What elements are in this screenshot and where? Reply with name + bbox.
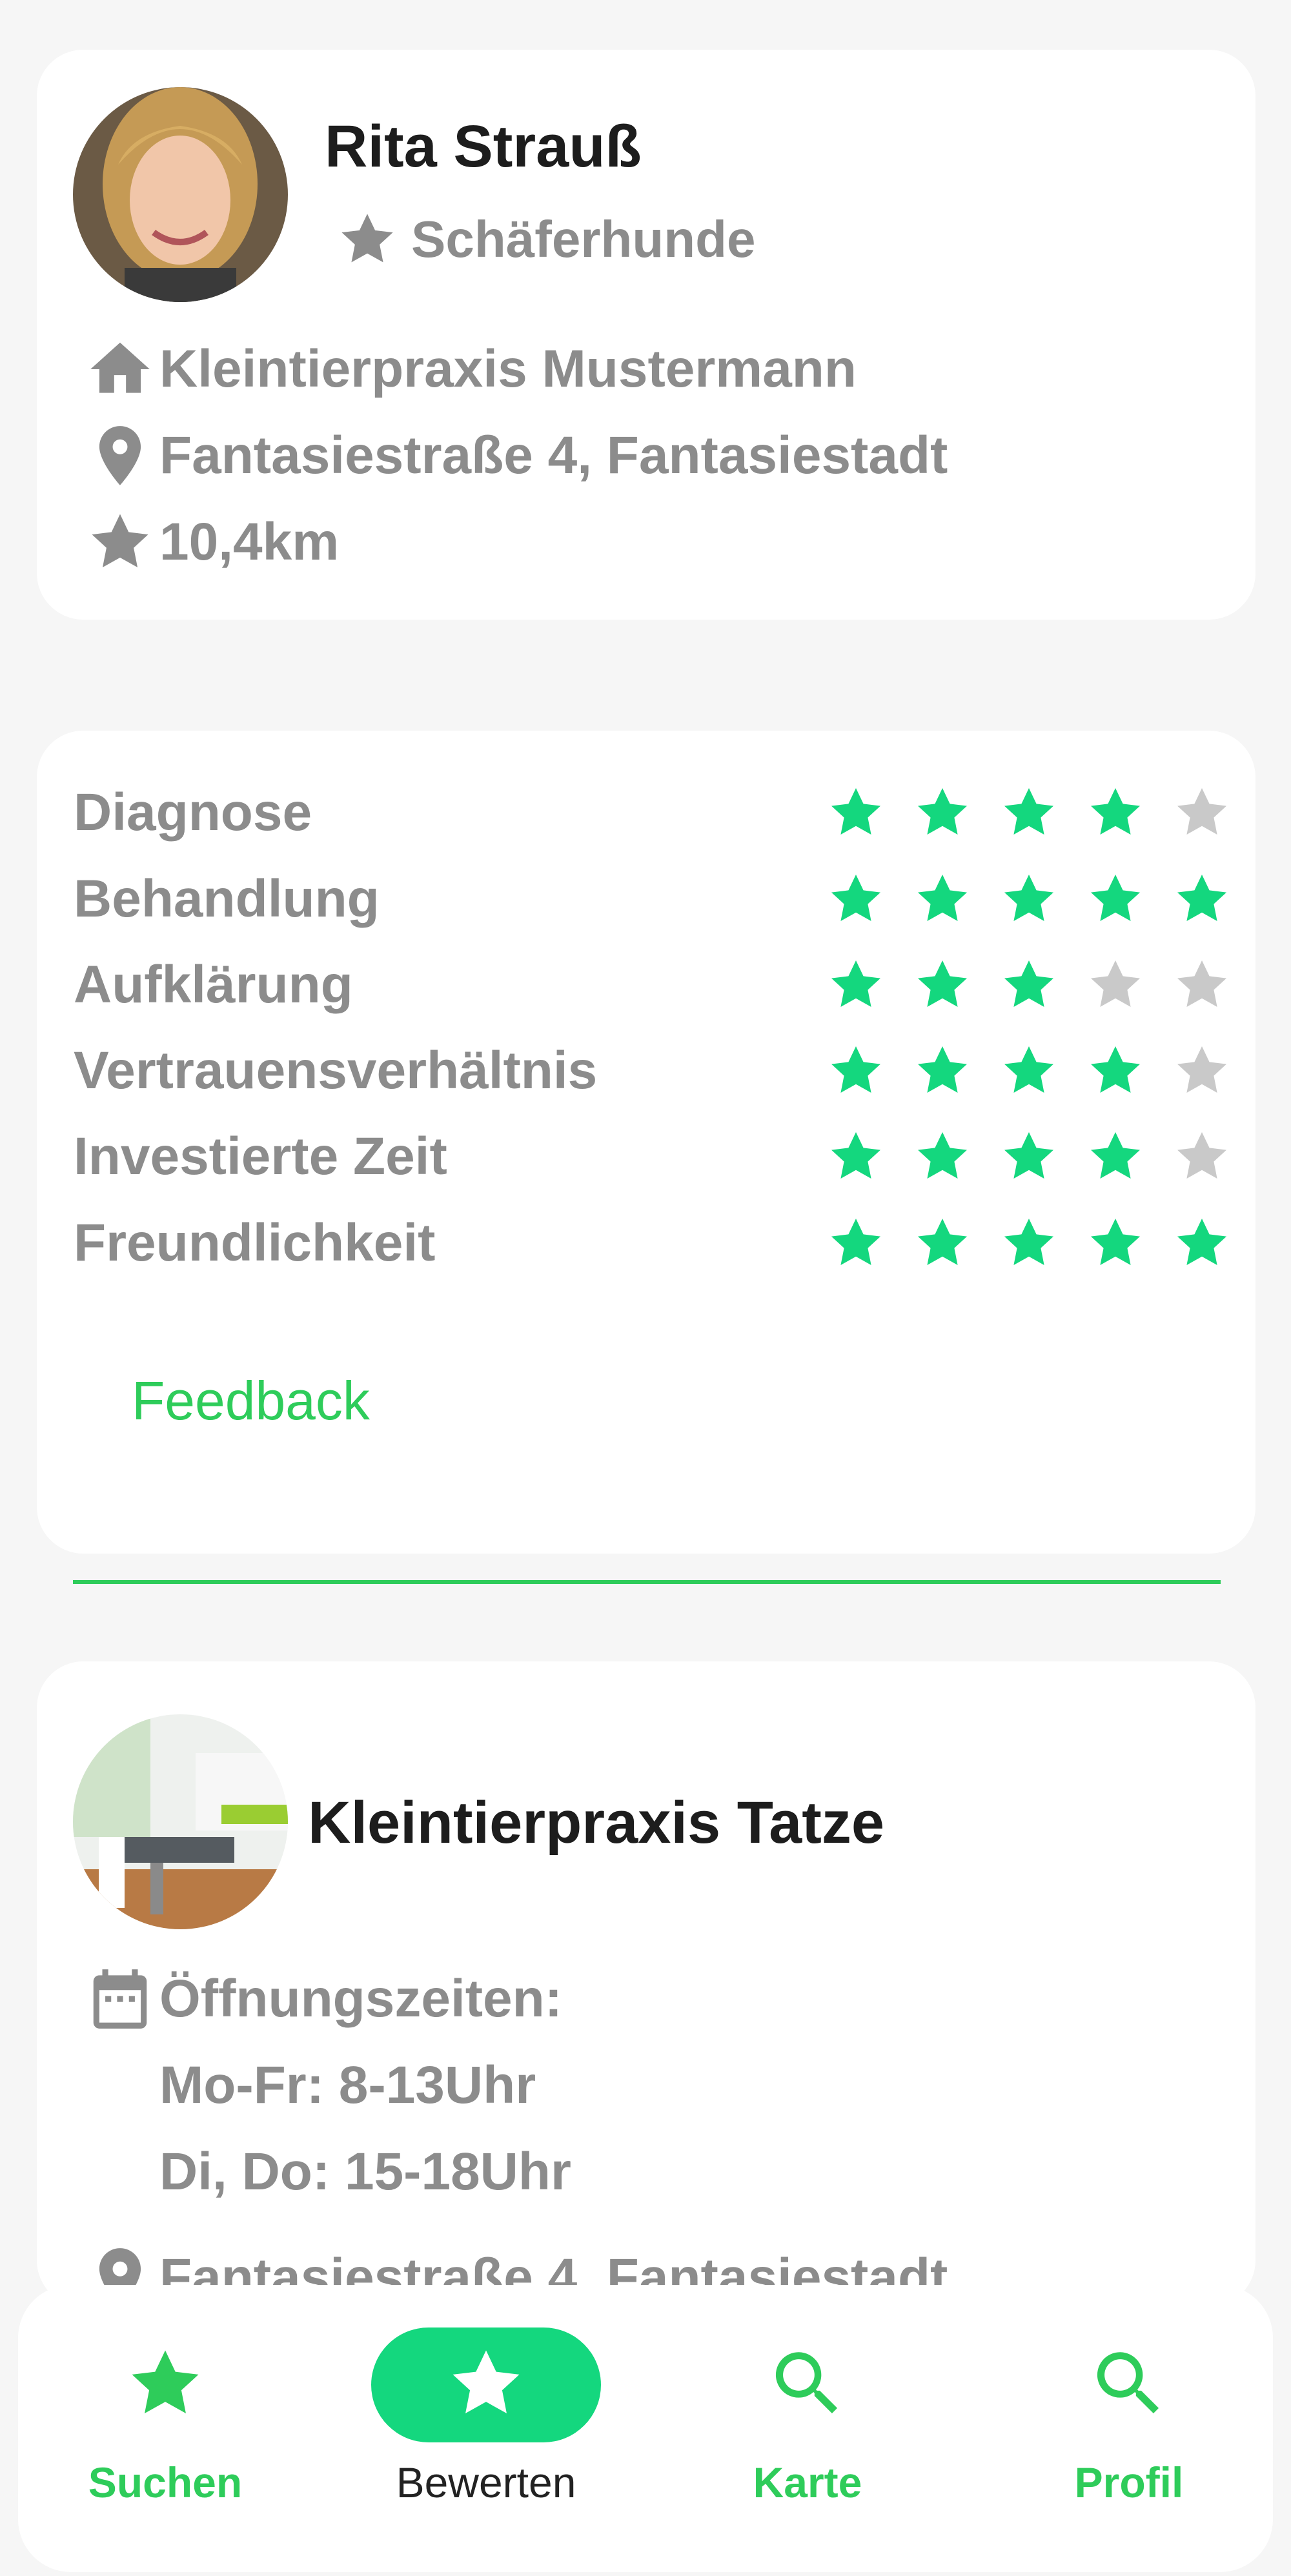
doctor-card[interactable]: Rita Strauß Schäferhunde Kleintierpraxis… <box>37 50 1255 620</box>
rating-row: Vertrauensverhältnis <box>74 1028 1247 1113</box>
nav-label: Karte <box>753 2459 862 2506</box>
rating-label: Investierte Zeit <box>74 1126 447 1186</box>
nav-label: Profil <box>1074 2459 1184 2506</box>
star-filled-icon[interactable] <box>911 1040 973 1102</box>
star-filled-icon[interactable] <box>825 1126 887 1188</box>
star-filled-icon[interactable] <box>911 1126 973 1188</box>
search-icon <box>1087 2342 1171 2429</box>
nav-icon-container-active <box>371 2328 601 2442</box>
star-filled-icon[interactable] <box>911 1212 973 1274</box>
rating-label: Freundlichkeit <box>74 1213 436 1272</box>
star-filled-icon[interactable] <box>1084 1040 1146 1102</box>
star-filled-icon[interactable] <box>825 1040 887 1102</box>
star-filled-icon[interactable] <box>1084 782 1146 844</box>
star-filled-icon[interactable] <box>998 868 1060 930</box>
star-rating[interactable] <box>825 1040 1233 1102</box>
feedback-label: Feedback <box>132 1370 370 1431</box>
distance-row: 10,4km <box>85 507 339 578</box>
star-empty-icon[interactable] <box>1171 954 1233 1016</box>
rating-row: Freundlichkeit <box>74 1200 1247 1286</box>
rating-label: Aufklärung <box>74 955 353 1014</box>
bottom-navigation: Suchen Bewerten Karte Profil <box>18 2285 1273 2572</box>
hours-title: Öffnungszeiten: <box>159 1969 563 2028</box>
star-filled-icon[interactable] <box>911 782 973 844</box>
star-filled-icon[interactable] <box>911 954 973 1016</box>
doctor-practice: Kleintierpraxis Mustermann <box>159 340 857 398</box>
star-filled-icon[interactable] <box>1084 868 1146 930</box>
star-rating[interactable] <box>825 954 1233 1016</box>
star-filled-icon[interactable] <box>1171 868 1233 930</box>
star-filled-icon[interactable] <box>998 782 1060 844</box>
hours-row: Öffnungszeiten: Mo-Fr: 8-13Uhr Di, Do: 1… <box>85 1963 571 2223</box>
nav-icon-container <box>693 2328 922 2442</box>
hours-weekdays: Mo-Fr: 8-13Uhr <box>159 2056 536 2115</box>
star-rating[interactable] <box>825 1126 1233 1188</box>
star-filled-icon[interactable] <box>1084 1126 1146 1188</box>
location-pin-icon <box>85 420 156 491</box>
star-rating[interactable] <box>825 868 1233 930</box>
star-empty-icon[interactable] <box>1171 1040 1233 1102</box>
star-filled-icon[interactable] <box>825 954 887 1016</box>
nav-label: Bewerten <box>396 2459 576 2506</box>
star-rating[interactable] <box>825 782 1233 844</box>
star-empty-icon[interactable] <box>1084 954 1146 1016</box>
rating-label: Vertrauensverhältnis <box>74 1040 598 1100</box>
star-filled-icon[interactable] <box>1171 1212 1233 1274</box>
doctor-specialty: Schäferhunde <box>411 210 756 268</box>
specialty-row: Schäferhunde <box>335 207 755 272</box>
star-icon <box>123 2342 207 2429</box>
rating-row: Behandlung <box>74 856 1247 942</box>
rating-label: Diagnose <box>74 782 312 842</box>
star-filled-icon[interactable] <box>998 1126 1060 1188</box>
nav-icon-container <box>50 2328 280 2442</box>
search-icon <box>766 2342 849 2429</box>
star-filled-icon[interactable] <box>825 1212 887 1274</box>
home-icon <box>85 334 156 405</box>
doctor-avatar <box>73 87 288 302</box>
star-filled-icon[interactable] <box>1084 1212 1146 1274</box>
practice-image <box>73 1714 288 1929</box>
nav-label: Suchen <box>88 2459 243 2506</box>
rating-row: Diagnose <box>74 769 1247 855</box>
nav-item-karte[interactable]: Karte <box>688 2285 927 2572</box>
nav-item-suchen[interactable]: Suchen <box>46 2285 285 2572</box>
star-empty-icon[interactable] <box>1171 782 1233 844</box>
star-filled-icon[interactable] <box>998 1040 1060 1102</box>
address-row: Fantasiestraße 4, Fantasiestadt <box>85 420 948 491</box>
doctor-name: Rita Strauß <box>325 114 642 179</box>
doctor-distance: 10,4km <box>159 512 340 571</box>
star-empty-icon[interactable] <box>1171 1126 1233 1188</box>
star-icon <box>444 2342 528 2429</box>
rating-row: Aufklärung <box>74 942 1247 1028</box>
nav-item-bewerten[interactable]: Bewerten <box>367 2285 605 2572</box>
rating-card: Diagnose Behandlung Aufklärung Vertrauen… <box>37 731 1255 1584</box>
rating-label: Behandlung <box>74 869 380 928</box>
star-filled-icon[interactable] <box>825 782 887 844</box>
star-icon <box>85 507 156 578</box>
practice-name: Kleintierpraxis Tatze <box>308 1790 885 1856</box>
nav-icon-container <box>1014 2328 1244 2442</box>
rating-row: Investierte Zeit <box>74 1113 1247 1199</box>
star-rating[interactable] <box>825 1212 1233 1274</box>
star-icon <box>335 207 400 272</box>
nav-item-profil[interactable]: Profil <box>1010 2285 1248 2572</box>
feedback-input[interactable] <box>73 1303 1221 1584</box>
star-filled-icon[interactable] <box>998 1212 1060 1274</box>
practice-card[interactable]: Kleintierpraxis Tatze Öffnungszeiten: Mo… <box>37 1661 1255 2307</box>
practice-row: Kleintierpraxis Mustermann <box>85 334 857 405</box>
calendar-icon <box>85 1963 156 2034</box>
star-filled-icon[interactable] <box>825 868 887 930</box>
star-filled-icon[interactable] <box>998 954 1060 1016</box>
hours-afternoon: Di, Do: 15-18Uhr <box>159 2142 571 2201</box>
star-filled-icon[interactable] <box>911 868 973 930</box>
doctor-address: Fantasiestraße 4, Fantasiestadt <box>159 426 948 485</box>
